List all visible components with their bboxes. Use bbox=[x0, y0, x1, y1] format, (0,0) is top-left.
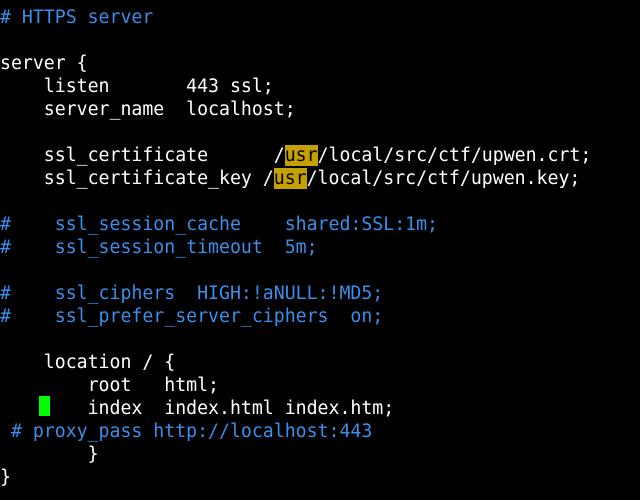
comment-line: # ssl_prefer_server_ciphers on; bbox=[0, 306, 384, 327]
code-line: server_name localhost; bbox=[0, 99, 296, 120]
code-line: ssl_certificate /usr/local/src/ctf/upwen… bbox=[0, 144, 591, 167]
code-text: /local/src/ctf/upwen.crt; bbox=[317, 145, 592, 166]
code-line: index index.html index.htm; bbox=[0, 398, 395, 419]
code-line: server { bbox=[0, 53, 88, 74]
comment-line: # ssl_session_cache shared:SSL:1m; bbox=[0, 214, 438, 235]
code-line: root html; bbox=[0, 375, 219, 396]
text-cursor bbox=[39, 396, 50, 416]
comment-line: # ssl_ciphers HIGH:!aNULL:!MD5; bbox=[0, 283, 384, 304]
comment-line: # ssl_session_timeout 5m; bbox=[0, 237, 318, 258]
code-text: ssl_certificate / bbox=[0, 145, 285, 166]
code-line: listen 443 ssl; bbox=[0, 76, 274, 97]
search-highlight: usr bbox=[284, 145, 318, 166]
code-line: ssl_certificate_key /usr/local/src/ctf/u… bbox=[0, 167, 580, 190]
comment-line: # HTTPS server bbox=[0, 7, 154, 28]
code-text: ssl_certificate_key / bbox=[0, 168, 274, 189]
code-text: /local/src/ctf/upwen.key; bbox=[306, 168, 581, 189]
terminal-editor[interactable]: # HTTPS server server { listen 443 ssl; … bbox=[0, 0, 640, 500]
search-highlight: usr bbox=[273, 168, 307, 189]
comment-line: # proxy_pass http://localhost:443 bbox=[0, 421, 373, 442]
code-line: } bbox=[0, 444, 99, 465]
code-line: } bbox=[0, 467, 11, 488]
code-line: location / { bbox=[0, 352, 176, 373]
